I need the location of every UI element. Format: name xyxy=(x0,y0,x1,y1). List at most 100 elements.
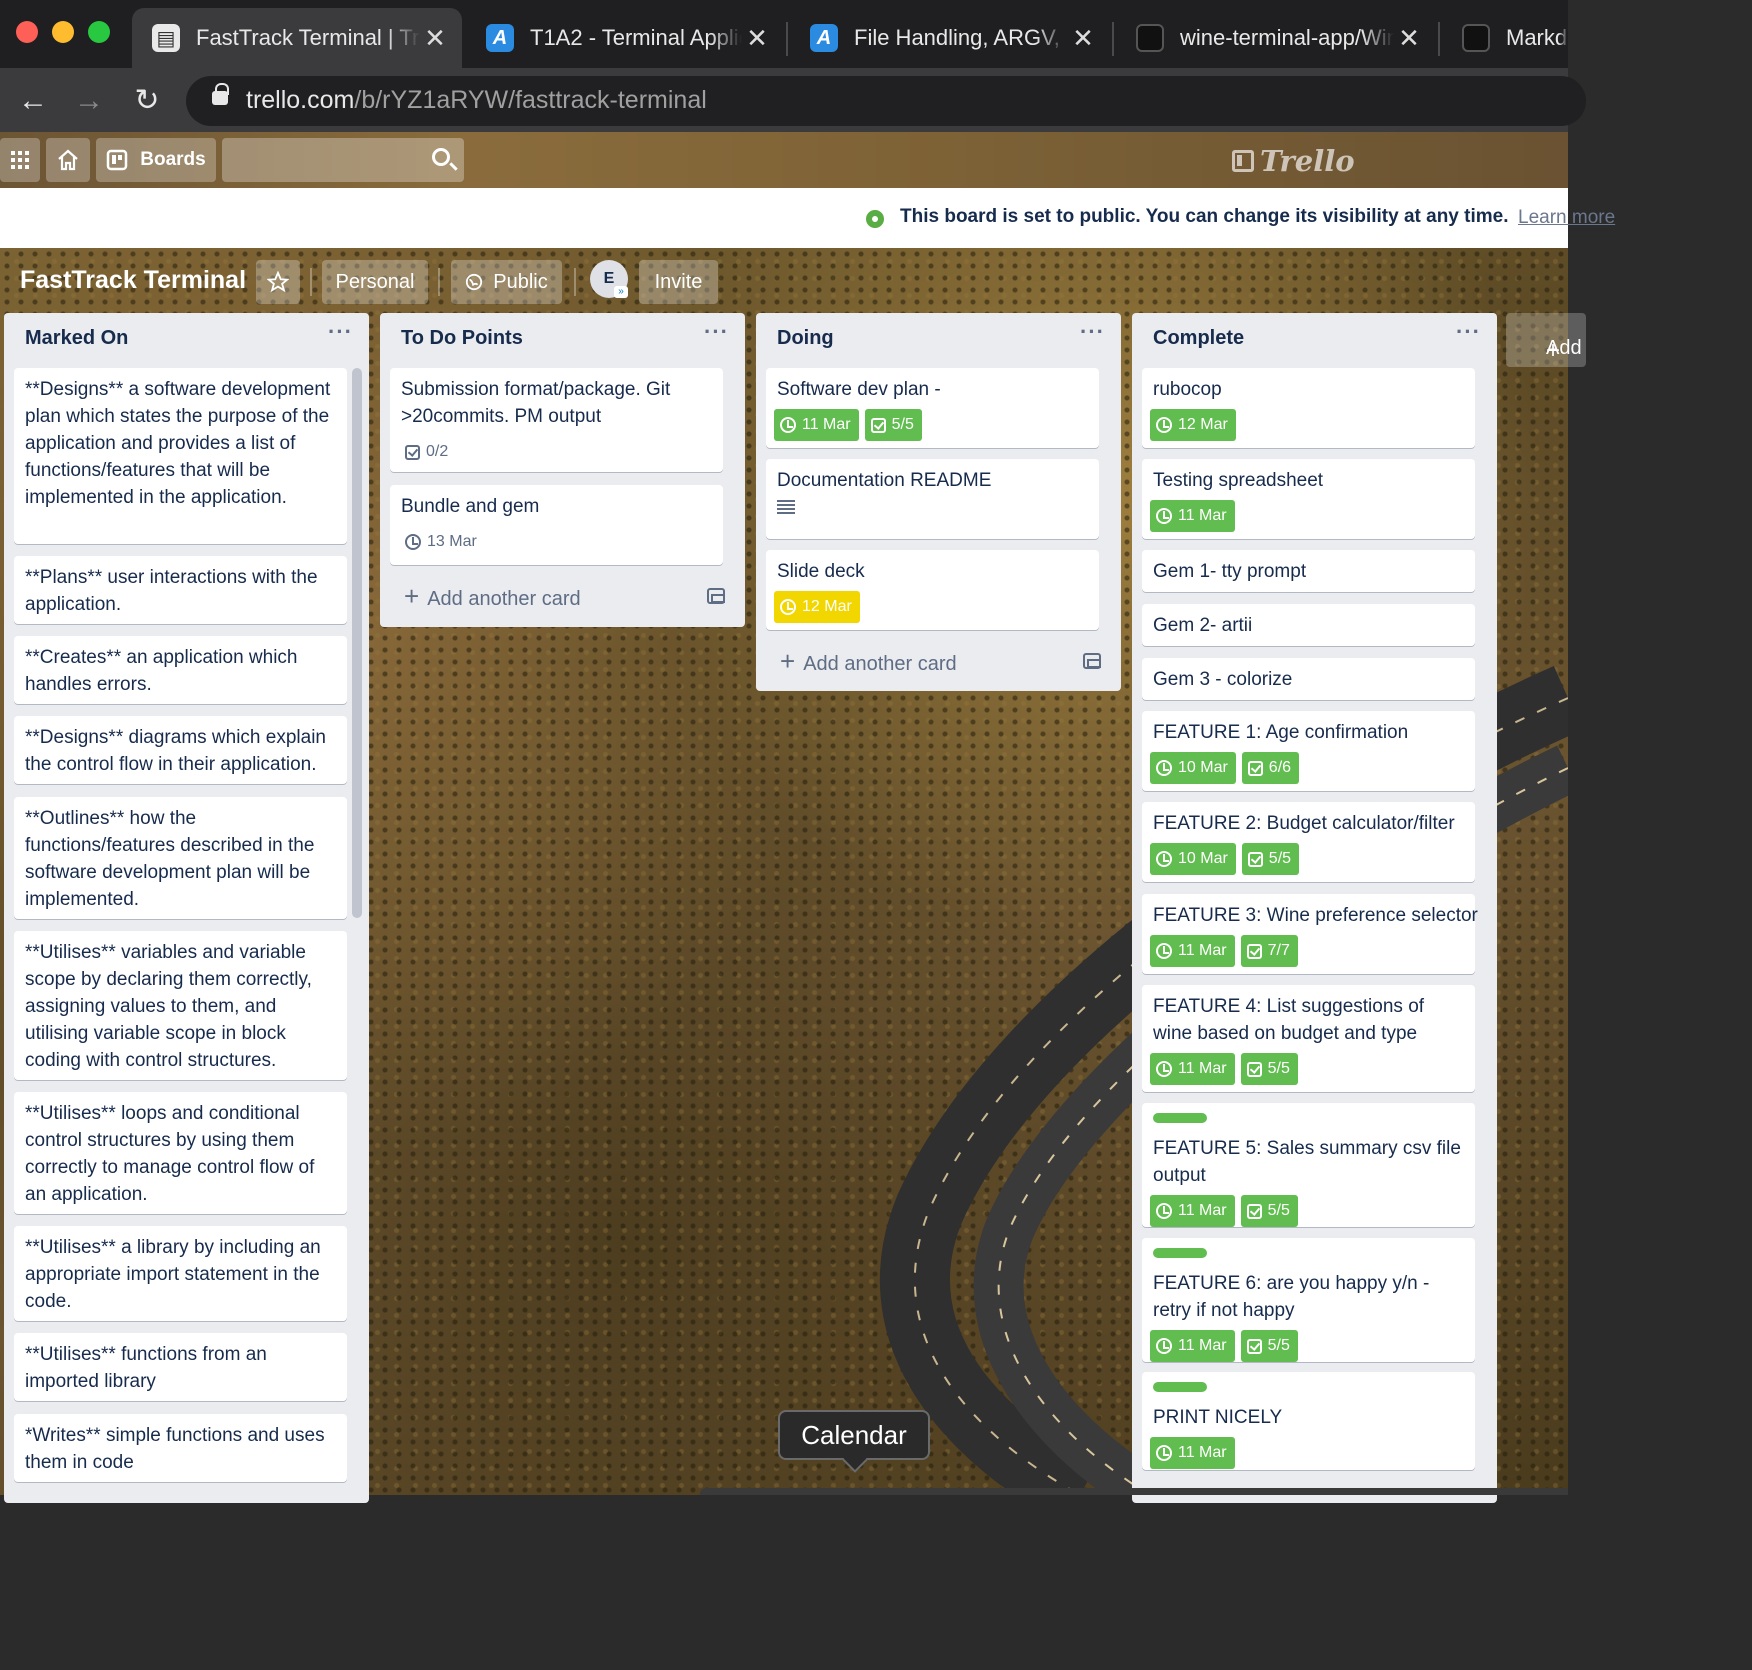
list-card[interactable]: **Designs** a software development plan … xyxy=(14,368,347,544)
close-tab-icon[interactable]: ✕ xyxy=(1068,23,1098,54)
add-list-label: Add another list xyxy=(1546,337,1586,359)
list-menu-icon[interactable]: ··· xyxy=(1080,319,1105,345)
card-badges: 11 Mar 5/5 xyxy=(1150,1330,1465,1370)
close-window-button[interactable] xyxy=(16,21,38,43)
list-card[interactable]: Gem 3 - colorize xyxy=(1142,658,1475,700)
checklist-badge: 0/2 xyxy=(401,436,452,468)
card-label-green[interactable] xyxy=(1153,1382,1207,1392)
star-icon xyxy=(267,271,289,293)
list-card[interactable]: **Designs** diagrams which explain the c… xyxy=(14,716,347,784)
card-template-icon[interactable] xyxy=(707,588,725,604)
list-card[interactable]: Bundle and gem 13 Mar xyxy=(390,485,723,565)
list-card[interactable]: Slide deck 12 Mar xyxy=(766,550,1099,630)
app-switcher-icon[interactable] xyxy=(0,138,40,182)
boards-button[interactable]: Boards xyxy=(96,138,216,182)
list-card[interactable]: Testing spreadsheet 11 Mar xyxy=(1142,459,1475,539)
browser-tab[interactable]: A File Handling, ARGV, Methods ✕ xyxy=(790,8,1110,68)
checklist-badge: 7/7 xyxy=(1240,935,1298,967)
trello-logo-icon xyxy=(1232,150,1254,172)
github-favicon-icon xyxy=(1136,24,1164,52)
reload-icon[interactable]: ↻ xyxy=(130,84,164,118)
list-card[interactable]: Submission format/package. Git >20commit… xyxy=(390,368,723,472)
lock-icon[interactable] xyxy=(212,83,229,105)
list-card[interactable]: PRINT NICELY 11 Mar xyxy=(1142,1372,1475,1470)
list-card[interactable]: **Utilises** loops and conditional contr… xyxy=(14,1092,347,1214)
due-date-badge[interactable]: 11 Mar xyxy=(1150,1195,1235,1227)
list-card[interactable]: rubocop 12 Mar xyxy=(1142,368,1475,448)
checklist-badge: 5/5 xyxy=(1240,1053,1298,1085)
browser-tab[interactable]: Markdown xyxy=(1442,8,1568,68)
due-date-badge[interactable]: 11 Mar xyxy=(1150,1330,1235,1362)
browser-tab[interactable]: ▤ FastTrack Terminal | Trello ✕ xyxy=(132,8,462,68)
list-card[interactable]: FEATURE 5: Sales summary csv file output… xyxy=(1142,1103,1475,1227)
due-date-badge[interactable]: 11 Mar xyxy=(1150,1437,1235,1469)
trello-top-nav: Boards Trello xyxy=(0,132,1568,188)
list-card[interactable]: FEATURE 3: Wine preference selector 11 M… xyxy=(1142,894,1478,974)
list-menu-icon[interactable]: ··· xyxy=(328,319,353,345)
search-input[interactable] xyxy=(222,138,464,182)
star-board-button[interactable] xyxy=(256,260,300,304)
card-template-icon[interactable] xyxy=(1083,653,1101,669)
home-button[interactable] xyxy=(46,138,90,182)
card-label-green[interactable] xyxy=(1153,1113,1207,1123)
due-date-badge[interactable]: 10 Mar xyxy=(1150,752,1236,784)
due-date-badge[interactable]: 10 Mar xyxy=(1150,843,1236,875)
list-card[interactable]: FEATURE 2: Budget calculator/filter 10 M… xyxy=(1142,802,1475,882)
list-card[interactable]: FEATURE 1: Age confirmation 10 Mar 6/6 xyxy=(1142,711,1475,791)
card-label-green[interactable] xyxy=(1153,1248,1207,1258)
list-title[interactable]: Marked On xyxy=(25,327,128,350)
due-date-badge[interactable]: 11 Mar xyxy=(774,409,859,441)
maximize-window-button[interactable] xyxy=(88,21,110,43)
forward-arrow-icon[interactable]: → xyxy=(72,84,106,118)
learn-more-link[interactable]: Learn more xyxy=(1518,207,1615,229)
close-tab-icon[interactable]: ✕ xyxy=(1394,23,1424,54)
list-title[interactable]: Doing xyxy=(777,327,834,350)
due-date-badge[interactable]: 12 Mar xyxy=(774,591,860,623)
card-title: FEATURE 2: Budget calculator/filter xyxy=(1153,813,1455,834)
team-button[interactable]: Personal xyxy=(322,260,428,304)
list-menu-icon[interactable]: ··· xyxy=(1456,319,1481,345)
browser-tab[interactable]: wine-terminal-app/Wine ✕ xyxy=(1116,8,1436,68)
list-header: To Do Points ··· xyxy=(380,313,745,365)
list-card[interactable]: **Utilises** functions from an imported … xyxy=(14,1333,347,1401)
url-input[interactable]: trello.com/b/rYZ1aRYW/fasttrack-terminal xyxy=(186,76,1586,126)
list-card[interactable]: **Plans** user interactions with the app… xyxy=(14,556,347,624)
add-list-button[interactable]: + Add another list xyxy=(1506,313,1586,367)
clock-icon xyxy=(1156,417,1172,433)
board-title[interactable]: FastTrack Terminal xyxy=(20,266,246,295)
list-card[interactable]: Software dev plan - 11 Mar 5/5 xyxy=(766,368,1099,448)
list-card[interactable]: **Utilises** variables and variable scop… xyxy=(14,931,347,1080)
due-date-badge[interactable]: 12 Mar xyxy=(1150,409,1236,441)
add-card-button[interactable]: + Add another card xyxy=(404,581,581,612)
due-date-badge[interactable]: 11 Mar xyxy=(1150,935,1235,967)
close-tab-icon[interactable]: ✕ xyxy=(742,23,772,54)
list-card[interactable]: Gem 2- artii xyxy=(1142,604,1475,646)
trello-logo[interactable]: Trello xyxy=(1232,144,1355,178)
invite-button[interactable]: Invite xyxy=(639,260,718,304)
add-card-button[interactable]: + Add another card xyxy=(780,646,957,677)
minimize-window-button[interactable] xyxy=(52,21,74,43)
due-date-badge[interactable]: 11 Mar xyxy=(1150,1053,1235,1085)
list-card[interactable]: **Creates** an application which handles… xyxy=(14,636,347,704)
due-date: 10 Mar xyxy=(1178,759,1228,776)
list-card[interactable]: FEATURE 4: List suggestions of wine base… xyxy=(1142,985,1475,1092)
list-card[interactable]: **Outlines** how the functions/features … xyxy=(14,797,347,919)
browser-tab[interactable]: A T1A2 - Terminal Application ✕ xyxy=(466,8,784,68)
due-date-badge[interactable]: 11 Mar xyxy=(1150,500,1235,532)
back-arrow-icon[interactable]: ← xyxy=(16,84,50,118)
list-card[interactable]: *Writes** simple functions and uses them… xyxy=(14,1414,347,1482)
list-menu-icon[interactable]: ··· xyxy=(704,319,729,345)
checklist-badge: 5/5 xyxy=(1240,1330,1298,1362)
board-icon xyxy=(107,149,128,171)
list-card[interactable]: Documentation README xyxy=(766,459,1099,539)
list-scrollbar[interactable] xyxy=(352,368,362,918)
list-title[interactable]: Complete xyxy=(1153,327,1244,350)
list-card[interactable]: **Utilises** a library by including an a… xyxy=(14,1226,347,1321)
list-card[interactable]: FEATURE 6: are you happy y/n - retry if … xyxy=(1142,1238,1475,1362)
card-badges: 12 Mar xyxy=(1150,409,1465,449)
search-icon[interactable] xyxy=(432,148,450,166)
list-card[interactable]: Gem 1- tty prompt xyxy=(1142,550,1475,592)
visibility-button[interactable]: Public xyxy=(451,260,562,304)
list-title[interactable]: To Do Points xyxy=(401,327,523,350)
close-tab-icon[interactable]: ✕ xyxy=(420,23,450,54)
